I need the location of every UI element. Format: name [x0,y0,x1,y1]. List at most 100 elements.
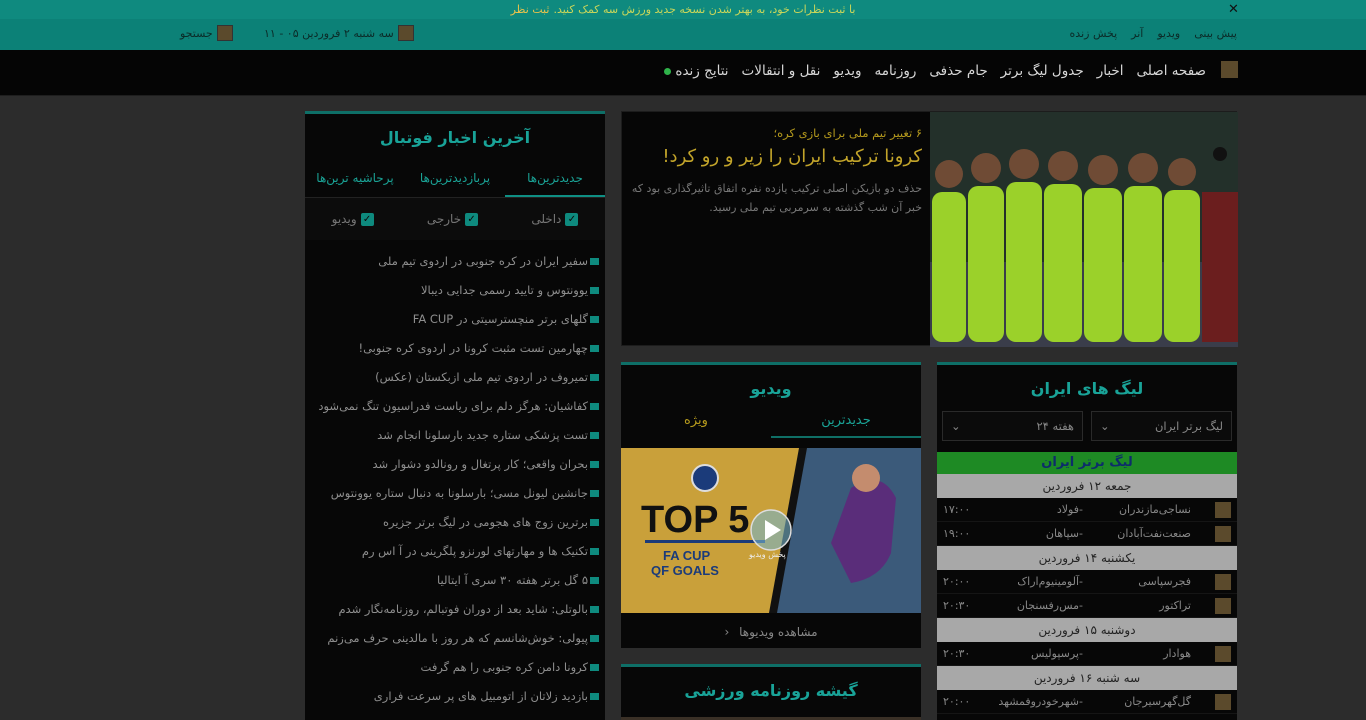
top-bar: پیش بینی ویدیو آنر پخش زنده سه شنبه ۲ فر… [0,19,1366,50]
news-item-title: گلهای برتر منچسترسیتی در FA CUP [412,312,588,326]
news-item-title: بحران واقعی؛ کار پرتغال و رونالدو دشوار … [372,457,589,471]
close-icon[interactable]: ✕ [1228,2,1239,17]
menu-lines-icon [590,345,599,352]
news-item[interactable]: سفیر ایران در کره جنوبی در اردوی تیم ملی [305,247,599,276]
news-item-title: یوونتوس و تایید رسمی جدایی دیبالا [421,283,588,297]
filter-domestic[interactable]: ✓داخلی [531,212,579,226]
tab-most-controversial[interactable]: پرحاشیه ترین‌ها [305,163,405,197]
nav-transfers[interactable]: نقل و انتقالات [742,63,821,79]
date-text: سه شنبه ۲ فروردین ۰۵ - ۱۱ [264,26,394,40]
video-tabs: جدیدترین ویژه [621,406,921,438]
home-team: فجرسپاسی [1138,575,1191,588]
tab-video-featured[interactable]: ویژه [621,406,771,438]
video-icon [590,577,599,584]
menu-lines-icon [590,287,599,294]
match-row[interactable]: صنعت‌نفت‌آبادان - سپاهان ۱۹:۰۰ [937,522,1237,546]
menu-lines-icon [590,606,599,613]
news-item[interactable]: جانشین لیونل مسی؛ بارسلونا به دنبال ستار… [305,479,599,508]
video-thumbnail[interactable]: TOP 5 FA CUP QF GOALS پخش ویدیو [621,448,921,613]
video-panel: ویدیو جدیدترین ویژه TOP 5 FA CUP QF GOAL… [621,362,921,648]
match-row[interactable]: فجرسپاسی - آلومینیوم‌اراک ۲۰:۰۰ [937,570,1237,594]
date-display: سه شنبه ۲ فروردین ۰۵ - ۱۱ [264,25,414,41]
menu-lines-icon [590,403,599,410]
nav-news[interactable]: اخبار [1097,63,1124,79]
video-thumbnail-image: TOP 5 FA CUP QF GOALS [621,448,921,613]
news-item[interactable]: تست پزشکی ستاره جدید بارسلونا انجام شد [305,421,599,450]
hero-kicker: ۶ تغییر تیم ملی برای بازی کره؛ [773,126,922,140]
hero-headline[interactable]: کرونا ترکیب ایران را زیر و رو کرد! [628,146,922,167]
news-item-title: برترین زوج های هجومی در لیگ برتر جزیره [383,515,588,529]
checkbox-checked-icon: ✓ [360,213,374,226]
tab-video-newest[interactable]: جدیدترین [771,406,921,438]
match-row[interactable]: هوادار - پرسپولیس ۲۰:۳۰ [937,642,1237,666]
top-link-video[interactable]: ویدیو [1157,27,1180,40]
nav-home[interactable]: صفحه اصلی [1137,63,1206,79]
news-item-title: کرونا دامن کره جنوبی را هم گرفت [420,660,588,674]
nav-newspaper[interactable]: روزنامه [875,63,917,79]
news-list: سفیر ایران در کره جنوبی در اردوی تیم ملی… [305,247,605,711]
news-item[interactable]: تمیروف در اردوی تیم ملی ازبکستان (عکس) [305,363,599,392]
news-item-title: سفیر ایران در کره جنوبی در اردوی تیم ملی [378,254,588,268]
nav-live-results[interactable]: نتایج زنده [664,63,729,79]
news-item[interactable]: بحران واقعی؛ کار پرتغال و رونالدو دشوار … [305,450,599,479]
hero-photo[interactable] [930,112,1238,347]
match-row[interactable]: نساجی‌مازندران - فولاد ۱۷:۰۰ [937,498,1237,522]
team-logo-icon [1215,526,1231,542]
news-item[interactable]: ۵ گل برتر هفته ۳۰ سری آ ایتالیا [305,566,599,595]
team-logo-icon [1215,646,1231,662]
tab-newest[interactable]: جدیدترین‌ها [505,163,605,197]
press-panel: گیشه روزنامه ورزشی [621,664,921,720]
match-separator: - [1079,503,1083,516]
home-team: هوادار [1163,647,1191,660]
news-item-title: تست پزشکی ستاره جدید بارسلونا انجام شد [377,428,588,442]
away-team: فولاد [1056,503,1079,516]
top-link-live[interactable]: پخش زنده [1070,27,1118,40]
news-item-title: بازدید زلاتان از اتومبیل های پر سرعت فرا… [373,689,588,703]
away-team: مس‌رفسنجان [1016,599,1079,612]
league-select[interactable]: لیگ برتر ایران ⌄ [1091,411,1232,441]
nav-league-table[interactable]: جدول لیگ برتر [1001,63,1084,79]
menu-lines-icon [590,461,599,468]
league-banner[interactable]: لیگ برتر ایران [937,452,1237,474]
chevron-left-icon: ‹ [724,625,730,639]
news-item[interactable]: چهارمین تست مثبت کرونا در اردوی کره جنوب… [305,334,599,363]
nav-hazfi-cup[interactable]: جام حذفی [929,63,987,79]
news-item[interactable]: گلهای برتر منچسترسیتی در FA CUP [305,305,599,334]
site-logo[interactable] [1221,61,1238,78]
match-separator: - [1079,575,1083,588]
week-select[interactable]: هفته ۲۴ ⌄ [942,411,1083,441]
news-item[interactable]: پیولی: خوش‌شانسم که هر روز با مالدینی حر… [305,624,599,653]
news-item[interactable]: برترین زوج های هجومی در لیگ برتر جزیره [305,508,599,537]
video-title: ویدیو [750,379,792,398]
match-row[interactable]: تراکتور - مس‌رفسنجان ۲۰:۳۰ [937,594,1237,618]
news-item[interactable]: بازدید زلاتان از اتومبیل های پر سرعت فرا… [305,682,599,711]
top-link-honor[interactable]: آنر [1131,27,1143,40]
match-row[interactable]: گل‌گهرسیرجان - شهرخودروفمشهد ۲۰:۰۰ [937,690,1237,714]
news-item[interactable]: بالوتلی: شاید بعد از دوران فوتبالم، روزن… [305,595,599,624]
chevron-down-icon: ⌄ [1100,419,1110,433]
latest-news-panel: آخرین اخبار فوتبال جدیدترین‌ها پربازدیدت… [305,111,605,720]
filter-video[interactable]: ✓ویدیو [332,212,374,226]
more-videos-link[interactable]: مشاهده ویدیوها ‹ [621,613,921,651]
news-item-title: پیولی: خوش‌شانسم که هر روز با مالدینی حر… [327,631,588,645]
news-item[interactable]: کرونا دامن کره جنوبی را هم گرفت [305,653,599,682]
more-videos-label: مشاهده ویدیوها [739,625,818,639]
search-label: جستجو [180,26,213,40]
nav-video[interactable]: ویدیو [833,63,861,79]
news-item[interactable]: تکنیک ها و مهارتهای لورنزو پلگرینی در آ … [305,537,599,566]
hero-story[interactable]: ۶ تغییر تیم ملی برای بازی کره؛ کرونا ترک… [621,111,1238,347]
away-team: آلومینیوم‌اراک [1017,575,1079,588]
news-item[interactable]: یوونتوس و تایید رسمی جدایی دیبالا [305,276,599,305]
calendar-icon [397,25,414,41]
home-team: تراکتور [1159,599,1191,612]
filter-foreign[interactable]: ✓خارجی [427,212,479,226]
notice-link[interactable]: ثبت نظر [511,3,550,16]
search-button[interactable]: جستجو [180,25,233,41]
league-title: لیگ های ایران [1030,379,1144,398]
thumb-big-text: TOP 5 [641,499,749,541]
top-link-predict[interactable]: پیش بینی [1194,27,1237,40]
news-item[interactable]: کفاشیان: هرگز دلم برای ریاست فدراسیون تن… [305,392,599,421]
filter-video-label: ویدیو [331,212,357,226]
tab-most-viewed[interactable]: پربازدیدترین‌ها [405,163,505,197]
match-time: ۱۹:۰۰ [943,527,971,540]
